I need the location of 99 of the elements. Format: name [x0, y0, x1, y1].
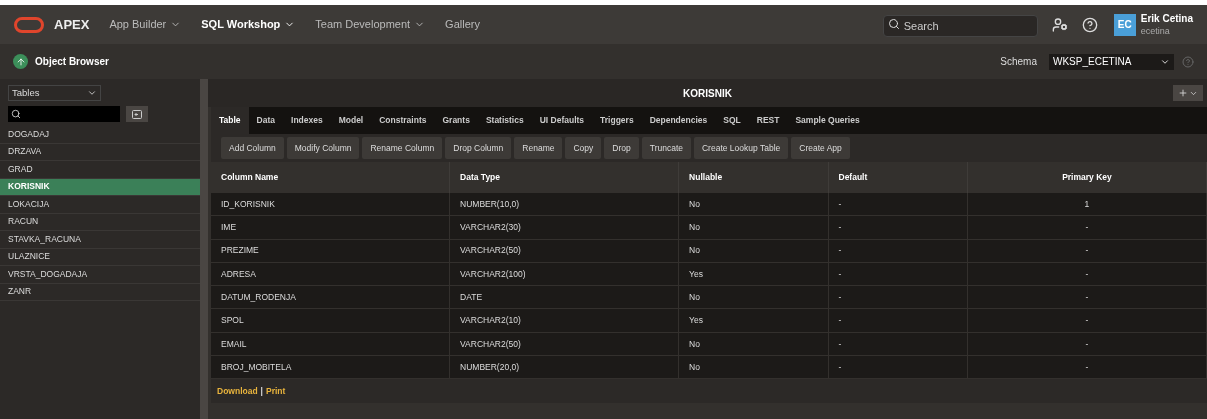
- table-cell: -: [967, 239, 1207, 262]
- table-cell: DATUM_RODENJA: [211, 286, 451, 309]
- table-cell: PREZIME: [211, 239, 451, 262]
- nav-menu[interactable]: SQL Workshop: [201, 16, 296, 33]
- action-button[interactable]: Truncate: [641, 137, 691, 159]
- tab[interactable]: Table: [211, 107, 249, 134]
- table-cell: VARCHAR2(100): [450, 262, 680, 286]
- tab[interactable]: Sample Queries: [787, 107, 868, 134]
- table-cell: VARCHAR2(10): [450, 309, 680, 332]
- table-cell: DATE: [450, 286, 680, 309]
- table-cell: -: [828, 239, 968, 262]
- tab[interactable]: UI Defaults: [531, 107, 593, 134]
- action-button[interactable]: Modify Column: [286, 137, 360, 159]
- table-cell: -: [828, 332, 968, 356]
- table-cell: No: [679, 239, 829, 262]
- table-cell: EMAIL: [211, 332, 451, 356]
- table-cell: -: [967, 286, 1207, 309]
- tab[interactable]: Constraints: [371, 107, 435, 134]
- action-button[interactable]: Drop Column: [445, 137, 512, 159]
- table-list-item[interactable]: ULAZNICE: [0, 248, 200, 266]
- table-list-item[interactable]: LOKACIJA: [0, 196, 200, 214]
- table-cell: Yes: [679, 309, 829, 332]
- action-button[interactable]: Create App: [791, 137, 850, 159]
- add-menu-button[interactable]: [1173, 85, 1203, 101]
- schema-select[interactable]: WKSP_ECETINA: [1049, 53, 1174, 70]
- table-cell: VARCHAR2(50): [450, 239, 680, 262]
- table-cell: No: [679, 193, 829, 216]
- table-list-item[interactable]: RACUN: [0, 213, 200, 231]
- action-button[interactable]: Rename Column: [362, 137, 443, 159]
- tab[interactable]: Indexes: [283, 107, 331, 134]
- table-cell: -: [967, 216, 1207, 239]
- tab[interactable]: Dependencies: [641, 107, 716, 134]
- action-button[interactable]: Add Column: [221, 137, 284, 159]
- nav-menu[interactable]: Team Development: [315, 16, 426, 33]
- search-icon: [11, 109, 21, 119]
- user-name: Erik Cetina: [1140, 12, 1193, 25]
- table-cell: Yes: [679, 262, 829, 286]
- table-cell: -: [967, 356, 1207, 379]
- table-list-item[interactable]: STAVKA_RACUNA: [0, 231, 200, 249]
- table-cell: ID_KORISNIK: [211, 193, 451, 216]
- table-cell: NUMBER(20,0): [450, 356, 680, 379]
- table-cell: ADRESA: [211, 262, 451, 286]
- footer-link[interactable]: Print: [266, 385, 286, 398]
- footer-link[interactable]: Download: [217, 385, 258, 398]
- collapse-button[interactable]: [126, 106, 148, 122]
- plus-icon: [1178, 88, 1188, 98]
- table-cell: SPOL: [211, 309, 451, 332]
- table-cell: No: [679, 356, 829, 379]
- table-cell: No: [679, 332, 829, 356]
- table-cell: IME: [211, 216, 451, 239]
- table-cell: -: [967, 309, 1207, 332]
- table-cell: -: [828, 262, 968, 286]
- table-cell: NUMBER(10,0): [450, 193, 680, 216]
- brand-name: APEX: [54, 15, 90, 34]
- search-icon: [887, 17, 900, 30]
- user-settings-icon[interactable]: [1051, 16, 1068, 33]
- table-cell: -: [828, 193, 968, 216]
- schema-label: Schema: [1000, 55, 1037, 69]
- table-list-item[interactable]: VRSTA_DOGADAJA: [0, 266, 200, 284]
- tab[interactable]: REST: [748, 107, 788, 134]
- logo-icon: [14, 16, 44, 33]
- object-title: KORISNIK: [683, 86, 732, 101]
- tab[interactable]: Grants: [434, 107, 478, 134]
- table-cell: VARCHAR2(30): [450, 216, 680, 239]
- action-button[interactable]: Rename: [514, 137, 563, 159]
- table-cell: -: [828, 356, 968, 379]
- table-cell: -: [828, 216, 968, 239]
- tab[interactable]: SQL: [715, 107, 749, 134]
- action-button[interactable]: Copy: [565, 137, 602, 159]
- table-cell: VARCHAR2(50): [450, 332, 680, 356]
- table-cell: -: [967, 332, 1207, 356]
- action-button[interactable]: Drop: [604, 137, 639, 159]
- search-field[interactable]: [8, 106, 120, 122]
- search-field[interactable]: Search: [882, 14, 1038, 37]
- chevron-icon: [87, 88, 97, 98]
- table-cell: -: [967, 262, 1207, 286]
- action-button[interactable]: Create Lookup Table: [694, 137, 789, 159]
- tab[interactable]: Data: [248, 107, 283, 134]
- tab[interactable]: Model: [330, 107, 372, 134]
- user-login: ecetina: [1140, 24, 1171, 37]
- table-cell: -: [828, 286, 968, 309]
- table-cell: 1: [967, 193, 1207, 216]
- table-cell: -: [828, 309, 968, 332]
- nav-menu[interactable]: App Builder: [109, 16, 182, 33]
- table-list-item[interactable]: DRZAVA: [0, 143, 200, 161]
- table-cell: No: [679, 216, 829, 239]
- tab[interactable]: Triggers: [592, 107, 642, 134]
- object-type-select[interactable]: Tables: [8, 85, 101, 101]
- table-list-item[interactable]: GRAD: [0, 161, 200, 179]
- table-list-item[interactable]: ZANR: [0, 283, 200, 301]
- page-title: Object Browser: [35, 55, 109, 69]
- table-cell: No: [679, 286, 829, 309]
- up-icon[interactable]: [13, 54, 28, 69]
- separator: |: [260, 385, 263, 398]
- nav-menu[interactable]: Gallery: [445, 16, 480, 33]
- tab[interactable]: Statistics: [477, 107, 532, 134]
- collapse-icon: [132, 109, 142, 119]
- table-cell: BROJ_MOBITELA: [211, 356, 451, 379]
- table-list-item[interactable]: DOGADAJ: [0, 126, 200, 144]
